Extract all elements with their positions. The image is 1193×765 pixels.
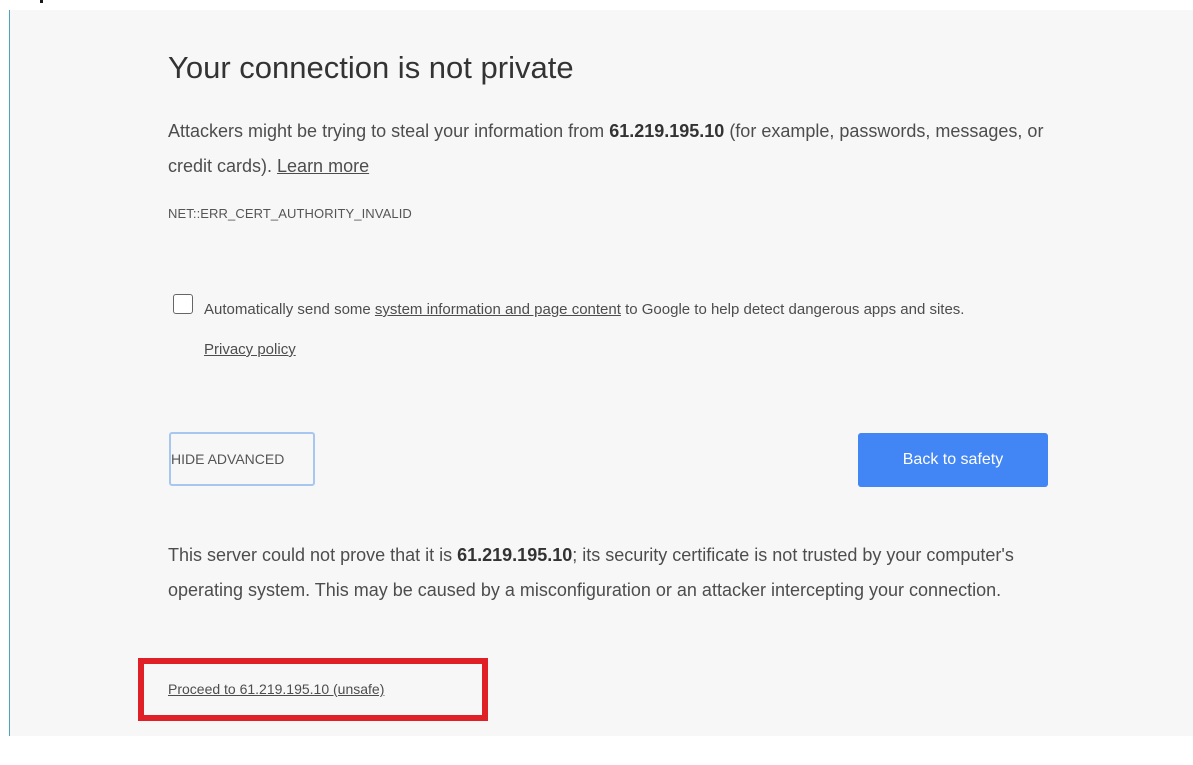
interstitial-page: Your connection is not private Attackers… <box>9 10 1193 736</box>
send-info-text-2: to Google to help detect dangerous apps … <box>620 301 965 318</box>
send-info-text-1: Automatically send some <box>204 301 375 318</box>
system-info-link[interactable]: system information and page content <box>375 301 621 318</box>
main-message: Attackers might be trying to steal your … <box>168 114 1048 184</box>
top-mark <box>40 0 43 3</box>
error-code: NET::ERR_CERT_AUTHORITY_INVALID <box>168 206 412 221</box>
learn-more-link[interactable]: Learn more <box>277 156 369 176</box>
privacy-policy-link[interactable]: Privacy policy <box>204 341 296 358</box>
proceed-unsafe-link[interactable]: Proceed to 61.219.195.10 (unsafe) <box>168 681 384 697</box>
details-message: This server could not prove that it is 6… <box>168 538 1048 608</box>
bottom-strip <box>0 736 1193 765</box>
back-to-safety-button[interactable]: Back to safety <box>858 433 1048 487</box>
hide-advanced-button[interactable]: HIDE ADVANCED <box>169 432 315 486</box>
page-title: Your connection is not private <box>168 50 574 85</box>
main-message-text-1: Attackers might be trying to steal your … <box>168 121 610 141</box>
details-host: 61.219.195.10 <box>457 545 573 565</box>
send-info-checkbox[interactable] <box>173 294 193 314</box>
top-strip <box>0 0 1193 10</box>
main-message-host: 61.219.195.10 <box>609 121 725 141</box>
send-info-label: Automatically send some system informati… <box>204 290 1004 370</box>
details-text-1: This server could not prove that it is <box>168 545 458 565</box>
